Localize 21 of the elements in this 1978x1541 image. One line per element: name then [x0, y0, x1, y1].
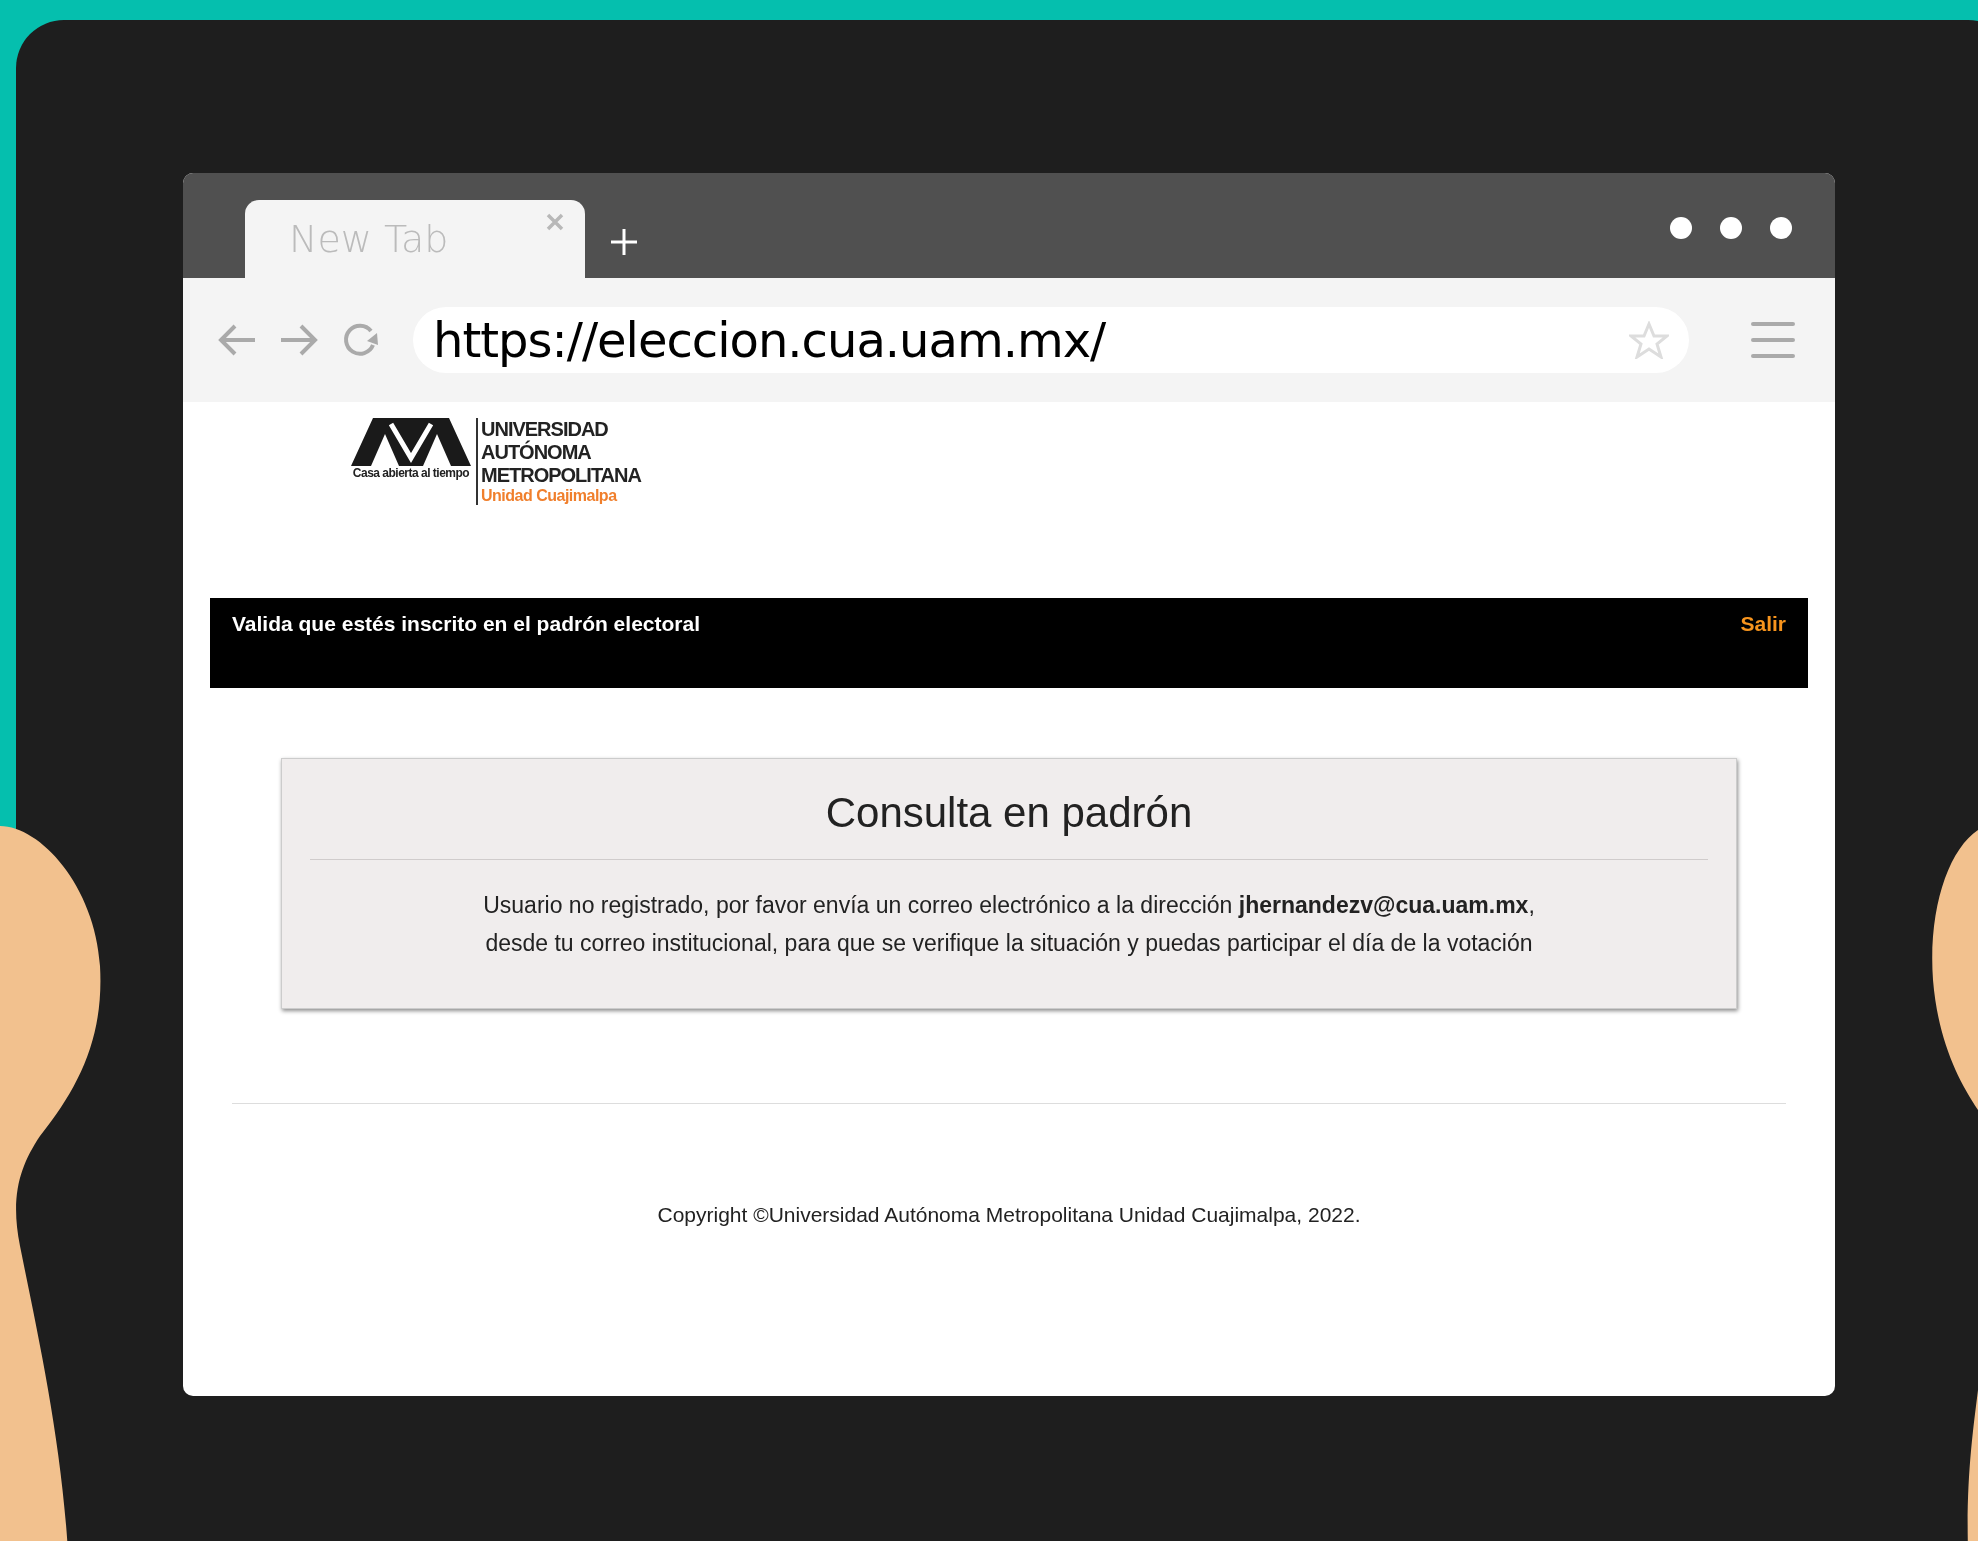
university-name: METROPOLITANA	[481, 464, 641, 487]
tab-title: New Tab	[289, 217, 449, 261]
star-icon[interactable]	[1629, 321, 1669, 359]
logout-link[interactable]: Salir	[1740, 612, 1786, 636]
copyright-text: Copyright ©Universidad Autónoma Metropolitana Unidad Cuajimalpa, 2022.	[656, 1202, 1362, 1228]
university-logo-icon	[350, 418, 472, 466]
forward-arrow-icon[interactable]	[279, 323, 319, 357]
close-icon[interactable]	[545, 212, 565, 232]
logo-tagline: Casa abierta al tiempo	[352, 466, 470, 480]
header-title: Valida que estés inscrito en el padrón electoral	[232, 612, 700, 636]
back-arrow-icon[interactable]	[217, 323, 257, 357]
card-title: Consulta en padrón	[824, 789, 1194, 837]
reload-icon[interactable]	[341, 321, 381, 359]
address-field[interactable]: https://eleccion.cua.uam.mx/	[413, 307, 1689, 373]
unit-name: Unidad Cuajimalpa	[481, 487, 619, 505]
new-tab-plus-icon[interactable]	[611, 229, 637, 255]
card-message: Usuario no registrado, por favor envía un correo electrónico a la dirección jhernandezv@cua.uam.mx, desde tu correo institucional, para que se verifique la situación y puedas participar el día de la votación	[482, 891, 1536, 958]
menu-icon[interactable]	[1751, 321, 1795, 359]
window-dots-icon[interactable]	[1669, 216, 1793, 240]
university-name: AUTÓNOMA	[481, 441, 592, 464]
university-name: UNIVERSIDAD	[481, 418, 609, 440]
